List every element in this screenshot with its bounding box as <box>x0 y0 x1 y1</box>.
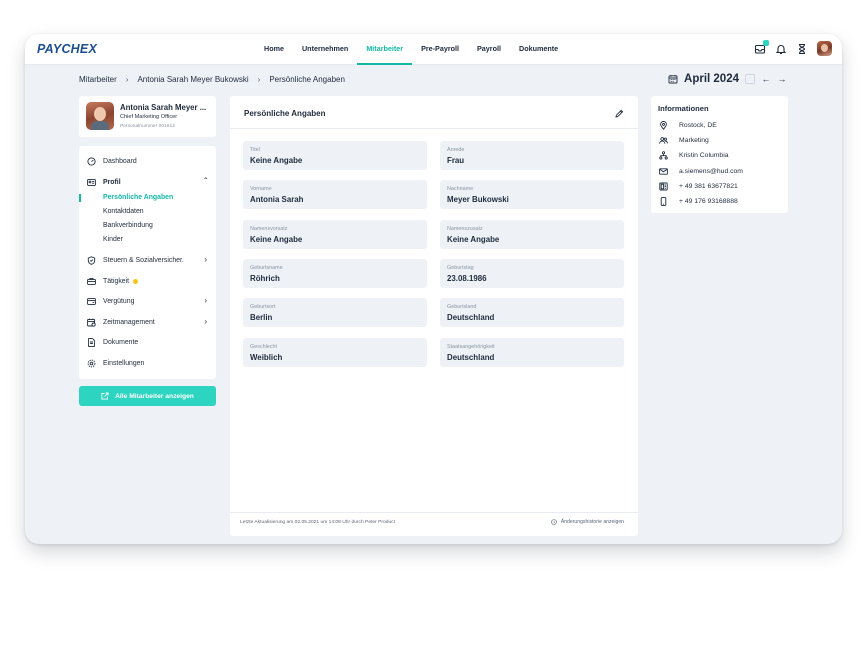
info-email[interactable]: a.siemens@hud.com <box>659 166 743 176</box>
sidebar-item-einstellungen[interactable]: Einstellungen <box>87 357 209 369</box>
info-phone[interactable]: + 49 381 63677821 <box>659 181 738 191</box>
info-manager: Kristin Columbia <box>659 150 728 160</box>
dashboard-icon <box>87 156 96 166</box>
employee-name: Antonia Sarah Meyer ... <box>120 103 207 112</box>
nav-dokumente[interactable]: Dokumente <box>510 34 567 65</box>
breadcrumb-separator: › <box>125 75 129 84</box>
user-avatar[interactable] <box>817 41 832 56</box>
breadcrumb-mitarbeiter[interactable]: Mitarbeiter <box>79 75 117 84</box>
info-location: Rostock, DE <box>659 120 717 130</box>
info-title: Informationen <box>658 104 709 113</box>
chevron-right-icon: › <box>204 296 207 305</box>
field-titel: Titel Keine Angabe <box>243 141 427 170</box>
chevron-right-icon: › <box>204 255 207 264</box>
gear-icon <box>87 359 96 368</box>
info-mobile[interactable]: + 49 176 93168888 <box>659 196 738 206</box>
breadcrumb-current: Persönliche Angaben <box>269 75 345 84</box>
sidebar-item-verguetung[interactable]: Vergütung › <box>87 295 209 307</box>
hourglass-icon[interactable] <box>796 43 808 55</box>
calendar-icon[interactable] <box>668 74 678 84</box>
calendar-clock-icon <box>87 318 96 327</box>
last-update-text: Letzte Aktualisierung am 02.05.2021 um 1… <box>240 520 395 525</box>
sidebar-subitem-persoenliche-angaben[interactable]: Persönliche Angaben <box>103 192 173 203</box>
sidebar-item-dokumente[interactable]: Dokumente <box>87 336 209 348</box>
briefcase-icon <box>87 277 96 286</box>
sidebar-item-profil[interactable]: Profil ˆ <box>87 176 209 188</box>
period-label: April 2024 <box>684 73 739 85</box>
nav-pre-payroll[interactable]: Pre-Payroll <box>412 34 468 65</box>
sidebar-item-zeitmanagement[interactable]: Zeitmanagement › <box>87 316 209 328</box>
bell-icon[interactable] <box>775 43 787 55</box>
nav-mitarbeiter[interactable]: Mitarbeiter <box>357 34 412 65</box>
breadcrumb-separator: › <box>257 75 261 84</box>
sidebar-item-dashboard[interactable]: Dashboard <box>87 155 209 167</box>
employee-personnel-number: Personalnummer 001612 <box>120 124 175 129</box>
shield-icon <box>87 255 96 265</box>
period-prev-button[interactable]: ← <box>761 74 771 84</box>
footer-divider <box>230 512 638 513</box>
profile-card: Antonia Sarah Meyer ... Chief Marketing … <box>79 96 216 137</box>
inbox-icon[interactable] <box>754 39 769 55</box>
breadcrumb-employee[interactable]: Antonia Sarah Meyer Bukowski <box>137 75 248 84</box>
period-next-button[interactable]: → <box>777 74 787 84</box>
id-card-icon <box>87 178 96 187</box>
mobile-phone-icon <box>659 196 668 206</box>
field-anrede: Anrede Frau <box>440 141 624 170</box>
sidebar-subitem-kinder[interactable]: Kinder <box>103 234 123 245</box>
phone-icon <box>659 182 668 191</box>
chevron-up-icon: ˆ <box>204 177 207 186</box>
panel-title: Persönliche Angaben <box>244 109 326 118</box>
location-pin-icon <box>659 120 668 130</box>
warning-dot <box>133 278 139 284</box>
sidebar-subitem-kontaktdaten[interactable]: Kontaktdaten <box>103 206 144 217</box>
breadcrumb: Mitarbeiter › Antonia Sarah Meyer Bukows… <box>79 75 345 84</box>
field-namensvorsatz: Namensvorsatz Keine Angabe <box>243 220 427 249</box>
users-icon <box>659 136 668 145</box>
sidebar-item-taetigkeit[interactable]: Tätigkeit <box>87 275 209 287</box>
period-selector: April 2024 ← → <box>668 73 787 85</box>
active-indicator <box>79 194 81 202</box>
info-panel: Informationen Rostock, DE Marketing Kris… <box>651 96 788 213</box>
field-namenszusatz: Namenszusatz Keine Angabe <box>440 220 624 249</box>
pencil-icon[interactable] <box>615 109 624 118</box>
sidebar-item-steuern[interactable]: Steuern & Sozialversicher. › <box>87 254 209 266</box>
external-link-icon <box>101 392 109 400</box>
field-geburtstag: Geburtstag 23.08.1986 <box>440 259 624 288</box>
nav-home[interactable]: Home <box>255 34 293 65</box>
clock-icon <box>551 519 557 525</box>
document-icon <box>87 337 96 347</box>
app-window: PAYCHEX Home Unternehmen Mitarbeiter Pre… <box>25 34 842 544</box>
panel-divider <box>230 128 638 129</box>
field-geburtsland: Geburtsland Deutschland <box>440 298 624 327</box>
nav-payroll[interactable]: Payroll <box>468 34 510 65</box>
change-history-link[interactable]: Änderungshistorie anzeigen <box>551 519 624 525</box>
paychex-logo[interactable]: PAYCHEX <box>37 42 97 56</box>
field-vorname: Vorname Antonia Sarah <box>243 180 427 209</box>
personal-details-panel: Persönliche Angaben Titel Keine Angabe A… <box>230 96 638 536</box>
field-geburtsort: Geburtsort Berlin <box>243 298 427 327</box>
period-today-button[interactable] <box>745 74 755 84</box>
notification-badge <box>763 39 769 46</box>
wallet-icon <box>87 297 96 306</box>
sidebar-menu: Dashboard Profil ˆ Persönliche Angaben K… <box>79 146 216 379</box>
employee-avatar <box>86 102 114 130</box>
field-geschlecht: Geschlecht Weiblich <box>243 338 427 367</box>
top-header: PAYCHEX Home Unternehmen Mitarbeiter Pre… <box>25 34 842 65</box>
chevron-right-icon: › <box>204 317 207 326</box>
info-department: Marketing <box>659 135 709 145</box>
sidebar-subitem-bankverbindung[interactable]: Bankverbindung <box>103 220 153 231</box>
field-staatsangehoerigkeit: Staatsangehörigkeit Deutschland <box>440 338 624 367</box>
nav-unternehmen[interactable]: Unternehmen <box>293 34 357 65</box>
mail-icon <box>659 167 668 176</box>
show-all-employees-button[interactable]: Alle Mitarbeiter anzeigen <box>79 386 216 406</box>
field-nachname: Nachname Meyer Bukowski <box>440 180 624 209</box>
org-chart-icon <box>659 150 668 160</box>
header-actions <box>754 39 832 56</box>
main-nav: Home Unternehmen Mitarbeiter Pre-Payroll… <box>255 34 567 65</box>
field-geburtsname: Geburtsname Röhrich <box>243 259 427 288</box>
employee-role: Chief Marketing Officer <box>120 114 178 120</box>
